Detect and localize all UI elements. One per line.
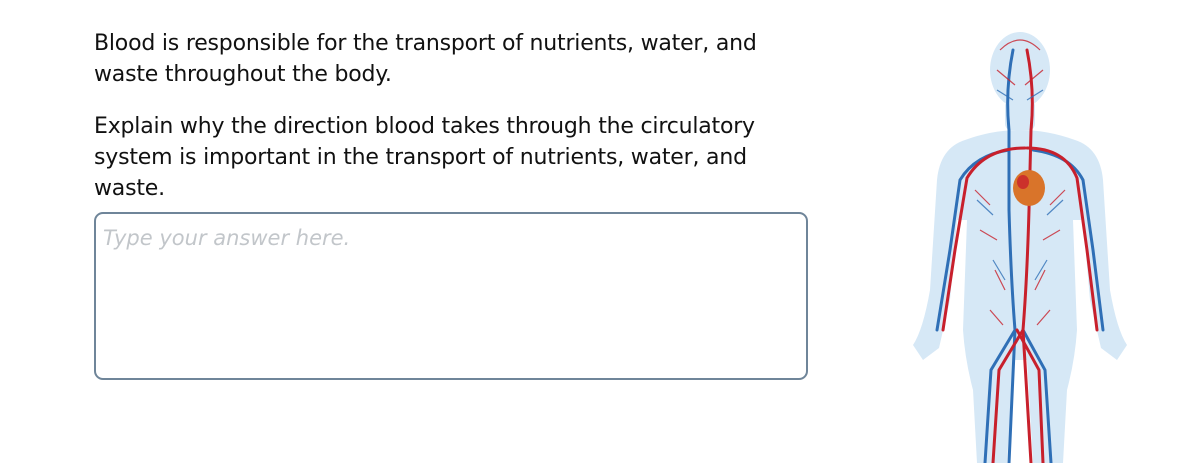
heart-icon: [1013, 170, 1045, 206]
circulatory-system-icon: [913, 32, 1127, 463]
circulatory-system-figure: [905, 30, 1135, 463]
question-prompt: Explain why the direction blood takes th…: [94, 114, 755, 201]
question-text: Blood is responsible for the transport o…: [94, 28, 814, 204]
question-intro: Blood is responsible for the transport o…: [94, 31, 757, 87]
answer-input[interactable]: [94, 212, 808, 380]
